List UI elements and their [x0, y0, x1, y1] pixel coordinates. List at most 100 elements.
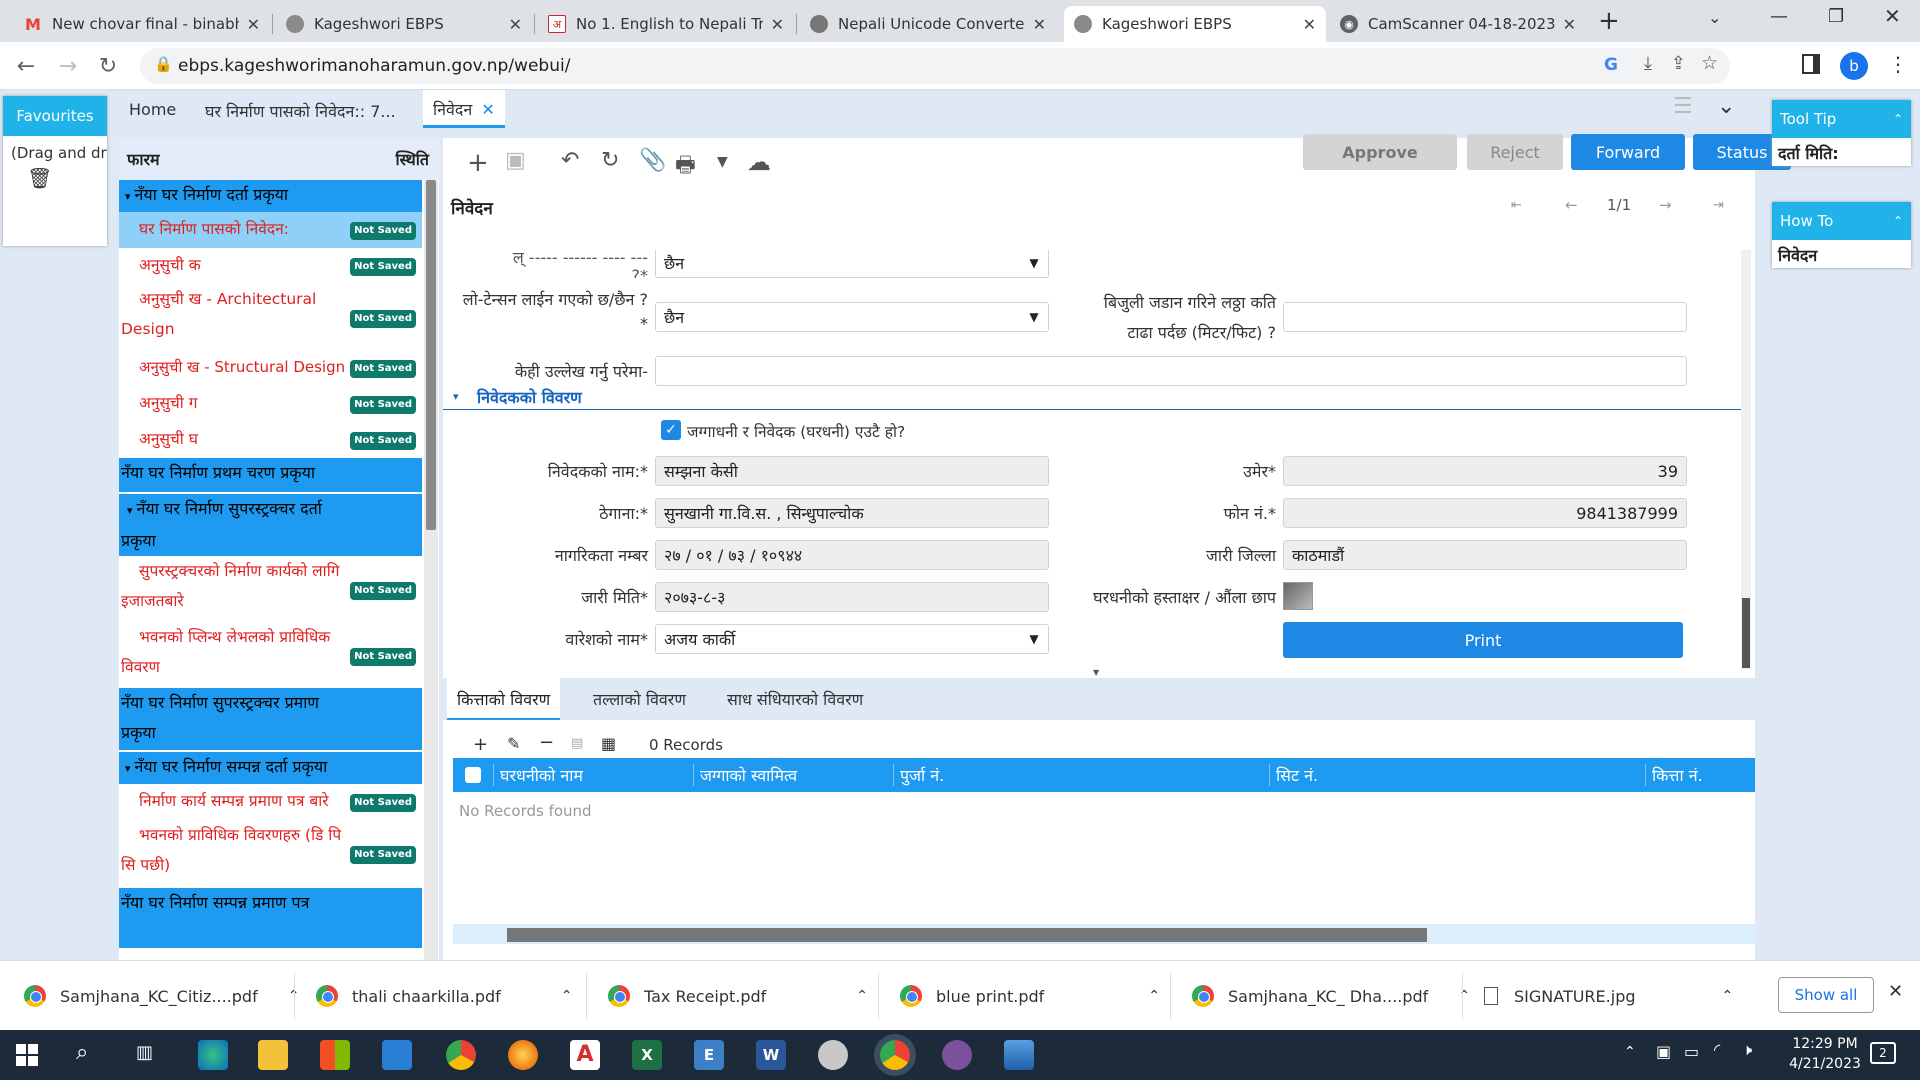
tree-item[interactable]: भवनको प्लिन्थ लेभलको प्राविधिक विवरण Not … [119, 622, 422, 688]
tree-item[interactable]: अनुसुची ख - Architectural Design Not Save… [119, 284, 422, 350]
wifi-icon[interactable]: ◜ [1714, 1040, 1720, 1059]
chevron-down-icon[interactable]: ▼ [717, 154, 728, 170]
cloud-upload-icon[interactable]: ☁ [747, 148, 771, 176]
browser-tab-ebps-1[interactable]: Kageshwori EBPS ✕ [276, 6, 532, 42]
excel-icon[interactable]: X [632, 1040, 662, 1070]
close-icon[interactable]: ✕ [1563, 15, 1576, 34]
task-view-icon[interactable]: ▥ [136, 1042, 153, 1063]
store-icon[interactable] [320, 1040, 350, 1070]
scrollbar-thumb[interactable] [1742, 598, 1750, 668]
tooltip-header[interactable]: Tool Tip ⌃ [1772, 100, 1911, 138]
heir-select[interactable]: अजय कार्की ▼ [655, 624, 1049, 654]
chevron-up-icon[interactable]: ⌃ [1722, 988, 1734, 1004]
lowtension-select[interactable]: छैन ▼ [655, 302, 1049, 332]
chevron-up-icon[interactable]: ⌃ [1458, 988, 1470, 1004]
tree-item[interactable]: सुपरस्ट्रक्चरको निर्माण कार्यको लागि इजा… [119, 556, 422, 622]
tab-search-icon[interactable]: ⌄ [1708, 8, 1721, 27]
file-explorer-icon[interactable] [258, 1040, 288, 1070]
tree-item[interactable]: अनुसुची क Not Saved [119, 248, 422, 284]
grid-table-icon[interactable]: ▦ [601, 734, 616, 753]
remarks-input[interactable] [655, 356, 1687, 386]
refresh-icon[interactable]: ↻ [601, 148, 619, 173]
column-header[interactable]: सिट नं. [1269, 764, 1645, 786]
chevron-up-icon[interactable]: ⌃ [1893, 112, 1903, 126]
tree-item[interactable]: निर्माण कार्य सम्पन्न प्रमाण पत्र बारे No… [119, 784, 422, 820]
signature-image-icon[interactable] [1283, 582, 1313, 610]
last-page-icon[interactable]: ⇥ [1713, 198, 1724, 213]
firefox-icon[interactable] [508, 1040, 538, 1070]
collapse-down-icon[interactable]: ⌄ [1717, 94, 1735, 119]
minimize-icon[interactable]: — [1770, 6, 1788, 27]
close-icon[interactable]: ✕ [1303, 15, 1316, 34]
forward-icon[interactable]: → [52, 50, 84, 82]
tree-group[interactable]: ▾ नँया घर निर्माण सम्पन्न दर्ता प्रकृया [119, 752, 422, 784]
phone-field[interactable]: 9841387999 [1283, 498, 1687, 528]
select-all-checkbox[interactable] [465, 767, 481, 783]
show-all-button[interactable]: Show all [1778, 977, 1874, 1013]
grid-add-icon[interactable]: + [473, 734, 488, 755]
tray-device-icon[interactable]: ▣ [1656, 1042, 1671, 1061]
chrome-active-icon[interactable] [880, 1040, 910, 1070]
word-icon[interactable]: W [756, 1040, 786, 1070]
first-page-icon[interactable]: ⇤ [1511, 198, 1522, 213]
scrollbar-thumb[interactable] [507, 928, 1427, 942]
close-icon[interactable]: ✕ [509, 15, 522, 34]
tree-group[interactable]: नँया घर निर्माण सम्पन्न प्रमाण पत्र [119, 888, 422, 948]
tab-home[interactable]: Home [129, 100, 176, 119]
tab-floor-details[interactable]: तल्लाको विवरण [593, 688, 686, 710]
same-owner-checkbox[interactable]: ✓ [661, 420, 681, 440]
notification-icon[interactable]: 2 [1870, 1042, 1896, 1064]
close-icon[interactable]: ✕ [481, 100, 494, 119]
column-header[interactable]: घरधनीको नाम [493, 764, 693, 786]
citizenship-field[interactable]: २७ / ०१ / ७३ / १०९४४ [655, 540, 1049, 570]
attachment-icon[interactable]: 📎 [639, 148, 666, 173]
form-scrollbar[interactable] [1741, 250, 1751, 670]
tree-item[interactable]: अनुसुची ख - Structural Design Not Saved [119, 350, 422, 386]
prev-page-icon[interactable]: ← [1565, 196, 1578, 214]
close-icon[interactable]: ✕ [1033, 15, 1046, 34]
tray-chevron-icon[interactable]: ⌃ [1624, 1044, 1636, 1060]
favourites-title[interactable]: Favourites [3, 96, 107, 136]
chevron-down-icon[interactable]: ▼ [1020, 250, 1048, 277]
scrollbar-thumb[interactable] [426, 180, 436, 530]
column-header[interactable]: पुर्जा नं. [893, 764, 1269, 786]
edge-icon[interactable] [198, 1040, 228, 1070]
browser-tab-gmail[interactable]: M New chovar final - binabha ✕ [14, 6, 270, 42]
tree-item[interactable]: अनुसुची घ Not Saved [119, 422, 422, 458]
applicant-section-title[interactable]: निवेदकको विवरण [477, 386, 582, 408]
printer-icon[interactable]: 🖶 [675, 148, 696, 186]
download-item[interactable]: Tax Receipt.pdf ⌃ [608, 979, 868, 1013]
hamburger-icon[interactable]: ☰ [1673, 94, 1693, 119]
sidepanel-icon[interactable] [1802, 54, 1820, 74]
undo-icon[interactable]: ↶ [561, 148, 579, 173]
window-close-icon[interactable]: ✕ [1884, 4, 1901, 28]
tab-kitta-details[interactable]: कित्ताको विवरण [447, 678, 561, 720]
applicant-name-field[interactable]: सम्झना केसी [655, 456, 1049, 486]
grid-edit-icon[interactable]: ✎ [507, 734, 520, 753]
new-tab-icon[interactable]: + [1598, 6, 1620, 36]
tree-item-selected[interactable]: घर निर्माण पासको निवेदन: Not Saved [119, 212, 422, 248]
close-icon[interactable]: ✕ [771, 15, 784, 34]
chevron-up-icon[interactable]: ⌃ [1893, 214, 1903, 228]
google-icon[interactable]: G [1604, 55, 1618, 75]
tree-scrollbar[interactable] [424, 180, 438, 960]
grid-hscrollbar[interactable] [453, 924, 1755, 944]
tree-group[interactable]: ▾ नँया घर निर्माण सुपरस्ट्रक्चर दर्ता प्र… [119, 494, 422, 556]
howto-header[interactable]: How To ⌃ [1772, 202, 1911, 240]
close-icon[interactable]: ✕ [247, 15, 260, 34]
tree-item[interactable]: भवनको प्राविधिक विवरणहरु (डि पि सि पछी) N… [119, 820, 422, 886]
restore-icon[interactable]: ❐ [1828, 6, 1844, 27]
back-icon[interactable]: ← [10, 50, 42, 82]
issue-date-field[interactable]: २०७३-८-३ [655, 582, 1049, 612]
install-icon[interactable]: ⤓ [1644, 53, 1652, 74]
chevron-up-icon[interactable]: ⌃ [561, 988, 573, 1004]
age-field[interactable]: 39 [1283, 456, 1687, 486]
acrobat-icon[interactable]: A [570, 1040, 600, 1070]
browser-tab-ebps-active[interactable]: Kageshwori EBPS ✕ [1064, 6, 1326, 42]
download-item[interactable]: Samjhana_KC_Citiz....pdf⌃ [24, 979, 299, 1013]
viber-icon[interactable] [942, 1040, 972, 1070]
clock[interactable]: 12:29 PM 4/21/2023 [1780, 1034, 1870, 1074]
tree-group[interactable]: नँया घर निर्माण सुपरस्ट्रक्चर प्रमाण प्र… [119, 688, 422, 750]
bookmark-star-icon[interactable]: ☆ [1701, 52, 1718, 74]
tab-application-form[interactable]: घर निर्माण पासको निवेदन:: 7... [205, 100, 405, 122]
